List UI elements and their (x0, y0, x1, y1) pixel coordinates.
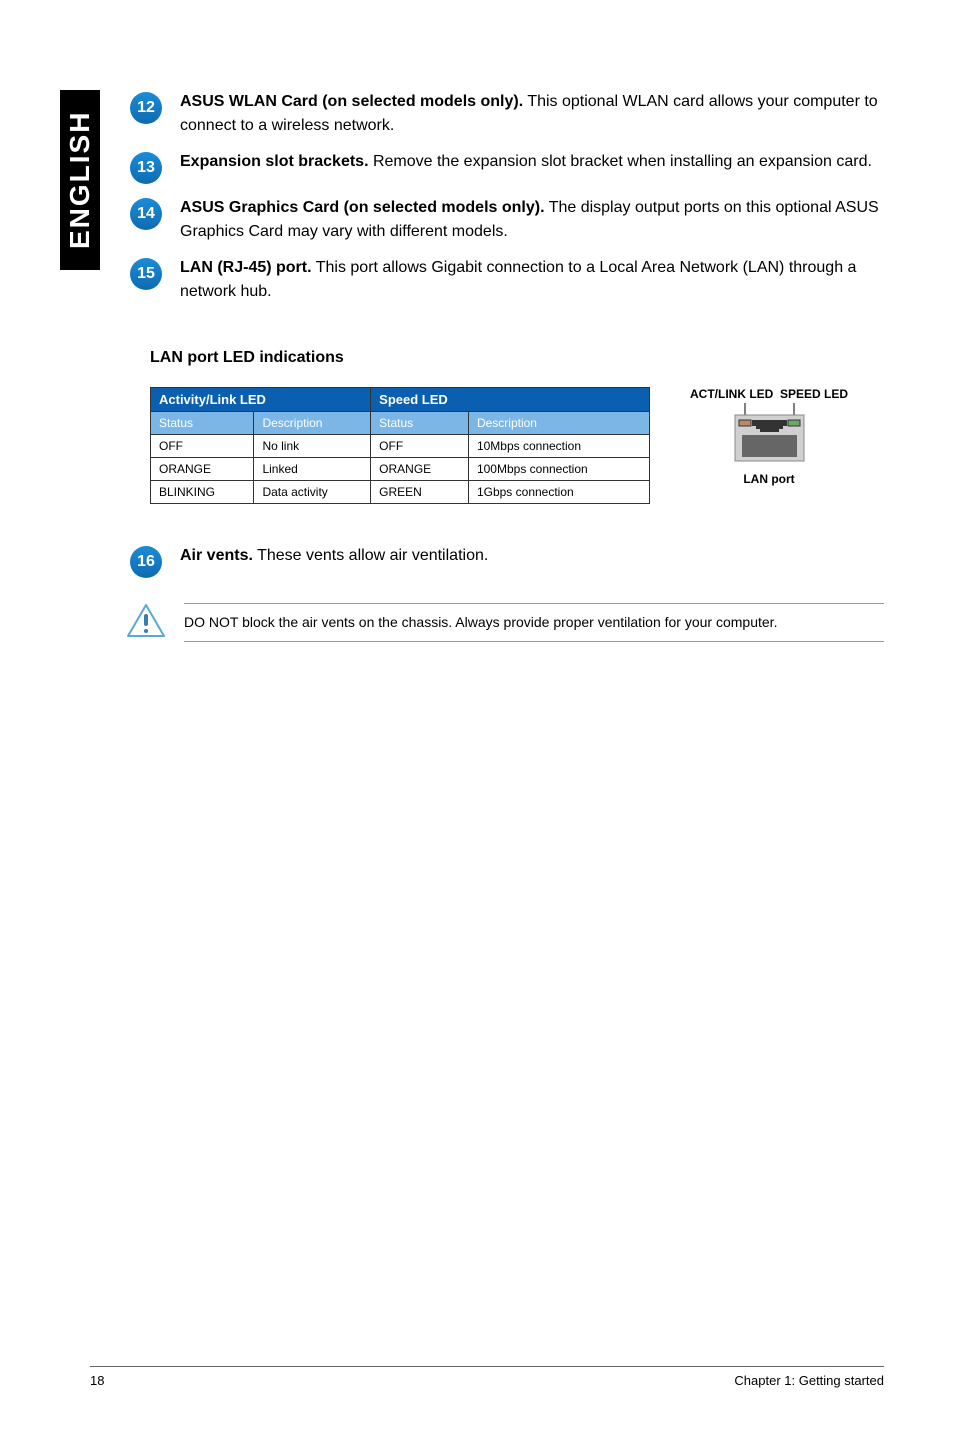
item-text: ASUS WLAN Card (on selected models only)… (180, 90, 884, 138)
table-subheader: Status (151, 412, 254, 435)
list-item: 12 ASUS WLAN Card (on selected models on… (130, 90, 884, 138)
main-content: 12 ASUS WLAN Card (on selected models on… (130, 90, 884, 642)
table-subheader: Description (254, 412, 371, 435)
table-row: BLINKING Data activity GREEN 1Gbps conne… (151, 481, 650, 504)
caution-note: DO NOT block the air vents on the chassi… (130, 603, 884, 642)
table-header: Activity/Link LED (151, 388, 371, 412)
led-table: Activity/Link LED Speed LED Status Descr… (150, 387, 650, 504)
lan-port-icon (727, 403, 812, 463)
item-text: LAN (RJ-45) port. This port allows Gigab… (180, 256, 884, 304)
item-number-badge: 13 (130, 152, 162, 184)
led-area: Activity/Link LED Speed LED Status Descr… (150, 387, 884, 504)
list-item: 14 ASUS Graphics Card (on selected model… (130, 196, 884, 244)
chapter-label: Chapter 1: Getting started (734, 1373, 884, 1388)
item-text: Air vents. These vents allow air ventila… (180, 544, 488, 578)
table-subheader: Status (371, 412, 469, 435)
led-heading: LAN port LED indications (150, 349, 884, 367)
act-link-label: ACT/LINK LED (690, 387, 773, 401)
table-header: Speed LED (371, 388, 650, 412)
caution-icon (126, 603, 166, 639)
table-row: ORANGE Linked ORANGE 100Mbps connection (151, 458, 650, 481)
list-item: 15 LAN (RJ-45) port. This port allows Gi… (130, 256, 884, 304)
page-number: 18 (90, 1373, 104, 1388)
table-subheader: Description (468, 412, 649, 435)
table-row: OFF No link OFF 10Mbps connection (151, 435, 650, 458)
item-number-badge: 12 (130, 92, 162, 124)
item-text: Expansion slot brackets. Remove the expa… (180, 150, 872, 184)
item-number-badge: 14 (130, 198, 162, 230)
caution-text: DO NOT block the air vents on the chassi… (184, 603, 884, 642)
page-footer: 18 Chapter 1: Getting started (90, 1366, 884, 1388)
item-number-badge: 16 (130, 546, 162, 578)
list-item: 16 Air vents. These vents allow air vent… (130, 544, 884, 578)
speed-led-label: SPEED LED (780, 387, 848, 401)
list-item: 13 Expansion slot brackets. Remove the e… (130, 150, 884, 184)
item-text: ASUS Graphics Card (on selected models o… (180, 196, 884, 244)
lan-port-caption: LAN port (690, 472, 848, 486)
language-tab: ENGLISH (60, 90, 100, 270)
item-number-badge: 15 (130, 258, 162, 290)
lan-port-diagram: ACT/LINK LED SPEED LED LAN port (690, 387, 848, 486)
